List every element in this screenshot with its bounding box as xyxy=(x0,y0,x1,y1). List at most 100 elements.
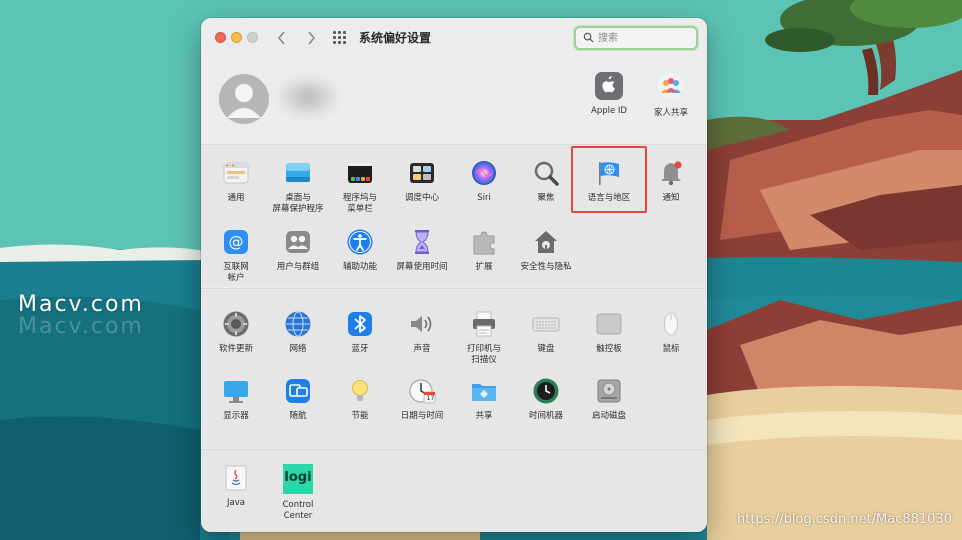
pane-label: 互联网 帐户 xyxy=(223,262,249,283)
forward-button[interactable] xyxy=(302,27,320,49)
pane-label: 日期与时间 xyxy=(400,411,444,421)
pane-mission-control[interactable]: 调度中心 xyxy=(391,159,453,204)
pane-sound[interactable]: 声音 xyxy=(391,310,453,355)
pane-label: 程序坞与 菜单栏 xyxy=(342,193,377,214)
pane-java[interactable]: Java xyxy=(205,464,267,509)
date-time-icon: 17 xyxy=(408,377,436,405)
security-privacy-icon xyxy=(532,228,560,256)
screen-time-icon xyxy=(408,228,436,256)
minimize-button[interactable] xyxy=(231,32,242,43)
search-icon xyxy=(583,32,594,43)
dock-menubar-icon xyxy=(346,159,374,187)
sidecar-icon xyxy=(284,377,312,405)
user-avatar-icon[interactable] xyxy=(219,74,269,124)
pane-label: 鼠标 xyxy=(662,344,680,354)
pane-label: 打印机与 扫描仪 xyxy=(466,344,501,365)
chevron-right-icon xyxy=(308,31,316,45)
pane-label: 调度中心 xyxy=(404,193,439,203)
java-icon xyxy=(222,464,250,492)
pane-label: 蓝牙 xyxy=(351,344,369,354)
pane-label: 软件更新 xyxy=(218,344,253,354)
pane-label: 网络 xyxy=(289,344,307,354)
highlight-annotation xyxy=(571,146,647,213)
close-button[interactable] xyxy=(215,32,226,43)
pane-extensions[interactable]: 扩展 xyxy=(453,228,515,273)
apple-id-icon xyxy=(595,72,623,100)
pane-accessibility[interactable]: 辅助功能 xyxy=(329,228,391,273)
network-icon xyxy=(284,310,312,338)
pane-label: 显示器 xyxy=(223,411,249,421)
pane-sidecar[interactable]: 随航 xyxy=(267,377,329,422)
pane-software-update[interactable]: 软件更新 xyxy=(205,310,267,355)
pane-label: 通知 xyxy=(662,193,680,203)
search-input[interactable] xyxy=(598,30,694,46)
pane-label: 屏幕使用时间 xyxy=(396,262,448,272)
pane-security-privacy[interactable]: 安全性与隐私 xyxy=(515,228,577,273)
fullscreen-button[interactable] xyxy=(247,32,258,43)
pane-internet-accounts[interactable]: @ 互联网 帐户 xyxy=(205,228,267,284)
other-panes-section: Java logi Control Center xyxy=(201,450,707,532)
family-sharing-label: 家人共享 xyxy=(653,108,688,118)
pane-label: 时间机器 xyxy=(528,411,563,421)
pane-desktop-screensaver[interactable]: 桌面与 屏幕保护程序 xyxy=(267,159,329,215)
pane-users-groups[interactable]: 用户与群组 xyxy=(267,228,329,273)
pane-label: 用户与群组 xyxy=(276,262,320,272)
pane-mouse[interactable]: 鼠标 xyxy=(640,310,702,355)
pane-notifications[interactable]: 通知 xyxy=(640,159,702,204)
pane-sharing[interactable]: 共享 xyxy=(453,377,515,422)
pane-label: 节能 xyxy=(351,411,369,421)
pane-trackpad[interactable]: 触控板 xyxy=(578,310,640,355)
pane-label: 共享 xyxy=(475,411,493,421)
pane-keyboard[interactable]: 键盘 xyxy=(515,310,577,355)
desktop-screensaver-icon xyxy=(284,159,312,187)
pane-dock-menubar[interactable]: 程序坞与 菜单栏 xyxy=(329,159,391,215)
pane-startup-disk[interactable]: 启动磁盘 xyxy=(578,377,640,422)
pane-bluetooth[interactable]: 蓝牙 xyxy=(329,310,391,355)
pane-siri[interactable]: Siri xyxy=(453,159,515,204)
account-section: Apple ID 家人共享 xyxy=(201,58,707,144)
apple-id-item[interactable]: Apple ID xyxy=(579,72,639,116)
date-day-text: 17 xyxy=(426,395,435,402)
time-machine-icon xyxy=(532,377,560,405)
pane-label: 扩展 xyxy=(475,262,493,272)
pane-displays[interactable]: 显示器 xyxy=(205,377,267,422)
family-sharing-icon xyxy=(657,72,685,100)
pane-label: 聚焦 xyxy=(537,193,555,203)
hardware-panes-section: 软件更新 网络 蓝牙 声音 打印机与 扫描仪 键盘 触控板 鼠标 显示器 随航 … xyxy=(201,290,707,448)
family-sharing-item[interactable]: 家人共享 xyxy=(641,72,701,118)
window-titlebar: 系统偏好设置 xyxy=(201,18,707,58)
pane-network[interactable]: 网络 xyxy=(267,310,329,355)
logi-logo-text: logi xyxy=(284,470,312,485)
energy-saver-icon xyxy=(346,377,374,405)
pane-label: Siri xyxy=(477,193,491,203)
pane-printers-scanners[interactable]: 打印机与 扫描仪 xyxy=(453,310,515,366)
pane-general[interactable]: 通用 xyxy=(205,159,267,204)
pane-label: 随航 xyxy=(289,411,307,421)
software-update-icon xyxy=(222,310,250,338)
trackpad-icon xyxy=(595,310,623,338)
sound-icon xyxy=(408,310,436,338)
pane-label: 安全性与隐私 xyxy=(520,262,572,272)
general-icon xyxy=(222,159,250,187)
search-box[interactable] xyxy=(574,26,698,50)
apple-id-label: Apple ID xyxy=(591,106,627,116)
logi-control-center-icon: logi xyxy=(283,464,313,494)
show-all-grid-icon[interactable] xyxy=(333,31,347,45)
chevron-left-icon xyxy=(277,31,285,45)
sharing-icon xyxy=(470,377,498,405)
pane-logi-control-center[interactable]: logi Control Center xyxy=(267,464,329,522)
pane-time-machine[interactable]: 时间机器 xyxy=(515,377,577,422)
spotlight-icon xyxy=(532,159,560,187)
pane-screen-time[interactable]: 屏幕使用时间 xyxy=(391,228,453,273)
displays-icon xyxy=(222,377,250,405)
pane-energy-saver[interactable]: 节能 xyxy=(329,377,391,422)
section-divider xyxy=(201,288,707,289)
blurred-user-name xyxy=(277,76,339,118)
pane-label: 通用 xyxy=(227,193,245,203)
back-button[interactable] xyxy=(273,27,291,49)
pane-label: 启动磁盘 xyxy=(591,411,626,421)
pane-date-time[interactable]: 17 日期与时间 xyxy=(391,377,453,422)
window-title: 系统偏好设置 xyxy=(359,31,432,45)
notifications-icon xyxy=(657,159,685,187)
pane-spotlight[interactable]: 聚焦 xyxy=(515,159,577,204)
